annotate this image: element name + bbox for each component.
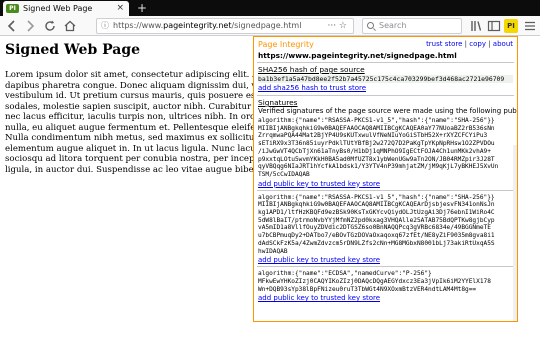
- forward-arrow-icon[interactable]: [22, 18, 38, 34]
- url-bar[interactable]: ⓘ https://www.pageintegrity.net/signedpa…: [96, 18, 354, 34]
- public-key-text: algorithm:{"name":"RSASSA-PKCS1-v1_5","h…: [258, 117, 499, 178]
- signatures-description: Verified signatures of the page source w…: [258, 107, 518, 115]
- popup-title: Page Integrity: [258, 40, 314, 49]
- popup-header-links: trust store | copy | about: [426, 40, 513, 48]
- search-input[interactable]: Search: [362, 18, 462, 34]
- tab-title: Signed Web Page: [23, 4, 93, 13]
- menu-icon[interactable]: [522, 18, 538, 34]
- signatures-heading: Signatures: [258, 98, 298, 107]
- new-tab-button[interactable]: +: [134, 0, 150, 16]
- search-icon: [367, 22, 374, 29]
- nav-toolbar: ⓘ https://www.pageintegrity.net/signedpa…: [0, 16, 540, 36]
- popup-scrollbar[interactable]: [513, 145, 517, 321]
- add-public-key-link[interactable]: add public key to trusted key store: [258, 256, 380, 264]
- add-public-key-link[interactable]: add public key to trusted key store: [258, 294, 380, 302]
- popup-page-url: https://www.pageintegrity.net/signedpage…: [258, 51, 457, 60]
- site-info-icon[interactable]: ⓘ: [101, 20, 109, 31]
- public-key-text: algorithm:{"name":"ECDSA","namedCurve":"…: [258, 270, 491, 293]
- tab-signed-web-page[interactable]: PI Signed Web Page ×: [3, 1, 129, 16]
- divider: [257, 62, 514, 63]
- library-icon[interactable]: [468, 18, 484, 34]
- page-integrity-extension-button[interactable]: PI: [504, 19, 518, 33]
- home-icon[interactable]: [62, 18, 78, 34]
- copy-link[interactable]: copy: [469, 40, 486, 48]
- search-placeholder: Search: [379, 21, 407, 30]
- trust-store-link[interactable]: trust store: [426, 40, 462, 48]
- divider: [257, 95, 514, 96]
- page-heading: Signed Web Page: [5, 42, 141, 58]
- page-actions-icon[interactable]: ··· ☆: [327, 19, 347, 33]
- add-hash-link[interactable]: add sha256 hash to trust store: [258, 84, 366, 92]
- reload-icon[interactable]: [42, 18, 58, 34]
- back-arrow-icon[interactable]: [4, 18, 20, 34]
- add-public-key-link[interactable]: add public key to trusted key store: [258, 180, 380, 188]
- url-text: https://www.pageintegrity.net/signedpage…: [113, 21, 302, 30]
- sidebar-icon[interactable]: [486, 18, 502, 34]
- tab-favicon-icon: PI: [6, 4, 19, 13]
- tab-close-button[interactable]: ×: [116, 1, 124, 16]
- divider: [257, 266, 514, 268]
- divider: [257, 189, 514, 191]
- hash-value: ba1b3ef1a5a47bd8ee2f52b7a45725c175c4ca70…: [258, 75, 513, 83]
- page-integrity-popup: Page Integrity trust store | copy | abou…: [253, 36, 518, 322]
- about-link[interactable]: about: [493, 40, 513, 48]
- public-key-text: algorithm:{"name":"RSASSA-PKCS1-v1_5","h…: [258, 193, 495, 255]
- tab-bar: PI Signed Web Page × +: [0, 0, 540, 16]
- hash-heading: SHA256 hash of page source: [258, 65, 365, 74]
